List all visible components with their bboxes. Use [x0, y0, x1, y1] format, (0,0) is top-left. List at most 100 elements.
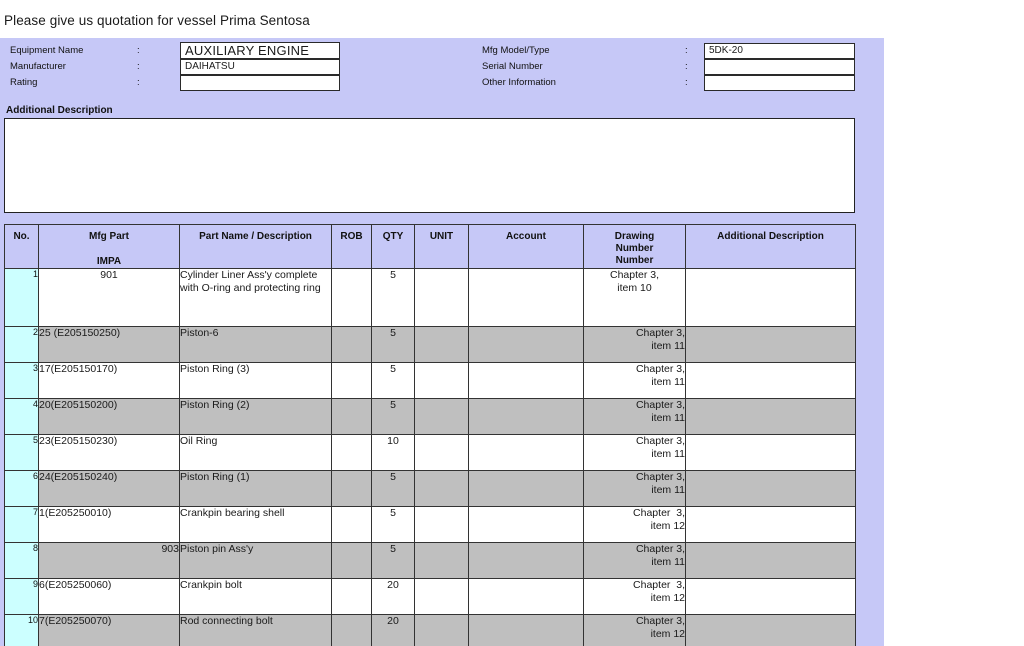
cell-name[interactable]: Piston Ring (1): [180, 471, 332, 507]
table-row[interactable]: 225 (E205150250)Piston-65Chapter 3, item…: [5, 327, 856, 363]
table-row[interactable]: 107(E205250070)Rod connecting bolt 20 Chap…: [5, 615, 856, 646]
cell-name[interactable]: Cylinder Liner Ass'y complete with O-rin…: [180, 269, 332, 327]
col-header-no[interactable]: No.: [5, 225, 39, 269]
table-row[interactable]: 96(E205250060)Crankpin bolt20Chapter 3, …: [5, 579, 856, 615]
cell-name[interactable]: Piston Ring (3): [180, 363, 332, 399]
col-header-drawing-number[interactable]: Drawing Number Number: [584, 225, 686, 269]
cell-account[interactable]: [469, 363, 584, 399]
cell-mfg[interactable]: 6(E205250060): [39, 579, 180, 615]
cell-additional[interactable]: [686, 615, 856, 646]
cell-mfg[interactable]: 20(E205150200): [39, 399, 180, 435]
cell-account[interactable]: [469, 435, 584, 471]
cell-mfg[interactable]: 901: [39, 269, 180, 327]
cell-rob[interactable]: [332, 399, 372, 435]
cell-no[interactable]: 5: [5, 435, 39, 471]
cell-no[interactable]: 3: [5, 363, 39, 399]
cell-account[interactable]: [469, 615, 584, 646]
cell-qty[interactable]: 20: [372, 615, 415, 646]
equipment-name-field[interactable]: AUXILIARY ENGINE: [180, 42, 340, 59]
cell-rob[interactable]: [332, 471, 372, 507]
cell-drawing[interactable]: Chapter 3, item 11: [584, 471, 686, 507]
cell-qty[interactable]: 5: [372, 507, 415, 543]
cell-account[interactable]: [469, 507, 584, 543]
cell-additional[interactable]: [686, 269, 856, 327]
cell-qty[interactable]: 5: [372, 399, 415, 435]
cell-rob[interactable]: [332, 435, 372, 471]
cell-qty[interactable]: 5: [372, 363, 415, 399]
cell-qty[interactable]: 5: [372, 269, 415, 327]
cell-unit[interactable]: [415, 471, 469, 507]
cell-mfg[interactable]: 25 (E205150250): [39, 327, 180, 363]
cell-rob[interactable]: [332, 615, 372, 646]
cell-no[interactable]: 7: [5, 507, 39, 543]
cell-qty[interactable]: 5: [372, 543, 415, 579]
other-information-field[interactable]: [704, 75, 855, 91]
col-header-part-name[interactable]: Part Name / Description: [180, 225, 332, 269]
cell-additional[interactable]: [686, 471, 856, 507]
cell-drawing[interactable]: Chapter 3, item 11: [584, 363, 686, 399]
cell-account[interactable]: [469, 399, 584, 435]
cell-rob[interactable]: [332, 507, 372, 543]
cell-additional[interactable]: [686, 543, 856, 579]
cell-drawing[interactable]: Chapter 3, item 11: [584, 543, 686, 579]
cell-drawing[interactable]: Chapter 3, item 12: [584, 615, 686, 646]
cell-qty[interactable]: 10: [372, 435, 415, 471]
cell-rob[interactable]: [332, 363, 372, 399]
cell-qty[interactable]: 5: [372, 471, 415, 507]
cell-no[interactable]: 10: [5, 615, 39, 646]
cell-account[interactable]: [469, 327, 584, 363]
cell-drawing[interactable]: Chapter 3, item 12: [584, 579, 686, 615]
table-row[interactable]: 71(E205250010)Crankpin bearing shell5Cha…: [5, 507, 856, 543]
cell-rob[interactable]: [332, 543, 372, 579]
table-row[interactable]: 8903Piston pin Ass'y 5 Chapter 3, item 11: [5, 543, 856, 579]
cell-account[interactable]: [469, 269, 584, 327]
cell-name[interactable]: Rod connecting bolt: [180, 615, 332, 646]
cell-qty[interactable]: 5: [372, 327, 415, 363]
cell-drawing[interactable]: Chapter 3, item 11: [584, 399, 686, 435]
cell-rob[interactable]: [332, 269, 372, 327]
cell-mfg[interactable]: 23(E205150230): [39, 435, 180, 471]
cell-mfg[interactable]: 7(E205250070): [39, 615, 180, 646]
cell-account[interactable]: [469, 471, 584, 507]
cell-rob[interactable]: [332, 579, 372, 615]
cell-unit[interactable]: [415, 327, 469, 363]
cell-account[interactable]: [469, 543, 584, 579]
additional-description-textarea[interactable]: [4, 118, 855, 213]
cell-name[interactable]: Oil Ring: [180, 435, 332, 471]
cell-drawing[interactable]: Chapter 3, item 11: [584, 327, 686, 363]
cell-no[interactable]: 6: [5, 471, 39, 507]
cell-unit[interactable]: [415, 399, 469, 435]
cell-additional[interactable]: [686, 327, 856, 363]
cell-unit[interactable]: [415, 615, 469, 646]
cell-additional[interactable]: [686, 363, 856, 399]
cell-name[interactable]: Piston pin Ass'y: [180, 543, 332, 579]
cell-drawing[interactable]: Chapter 3, item 11: [584, 435, 686, 471]
col-header-unit[interactable]: UNIT: [415, 225, 469, 269]
col-header-rob[interactable]: ROB: [332, 225, 372, 269]
cell-unit[interactable]: [415, 543, 469, 579]
col-header-qty[interactable]: QTY: [372, 225, 415, 269]
manufacturer-field[interactable]: DAIHATSU: [180, 59, 340, 75]
cell-additional[interactable]: [686, 399, 856, 435]
cell-mfg[interactable]: 903: [39, 543, 180, 579]
serial-number-field[interactable]: [704, 59, 855, 75]
cell-unit[interactable]: [415, 269, 469, 327]
cell-no[interactable]: 8: [5, 543, 39, 579]
cell-drawing[interactable]: Chapter 3, item 12: [584, 507, 686, 543]
col-header-additional-description[interactable]: Additional Description: [686, 225, 856, 269]
table-row[interactable]: 1901Cylinder Liner Ass'y complete with O…: [5, 269, 856, 327]
cell-mfg[interactable]: 17(E205150170): [39, 363, 180, 399]
cell-no[interactable]: 9: [5, 579, 39, 615]
table-row[interactable]: 523(E205150230)Oil Ring 10 Chapter 3, item…: [5, 435, 856, 471]
rating-field[interactable]: [180, 75, 340, 91]
col-header-mfg-part[interactable]: Mfg Part IMPA: [39, 225, 180, 269]
table-row[interactable]: 624(E205150240)Piston Ring (1)5Chapter 3…: [5, 471, 856, 507]
table-row[interactable]: 317(E205150170)Piston Ring (3) 5 Chapter 3…: [5, 363, 856, 399]
cell-name[interactable]: Piston Ring (2): [180, 399, 332, 435]
cell-no[interactable]: 4: [5, 399, 39, 435]
cell-unit[interactable]: [415, 435, 469, 471]
cell-drawing[interactable]: Chapter 3, item 10: [584, 269, 686, 327]
cell-unit[interactable]: [415, 363, 469, 399]
cell-unit[interactable]: [415, 579, 469, 615]
cell-no[interactable]: 2: [5, 327, 39, 363]
